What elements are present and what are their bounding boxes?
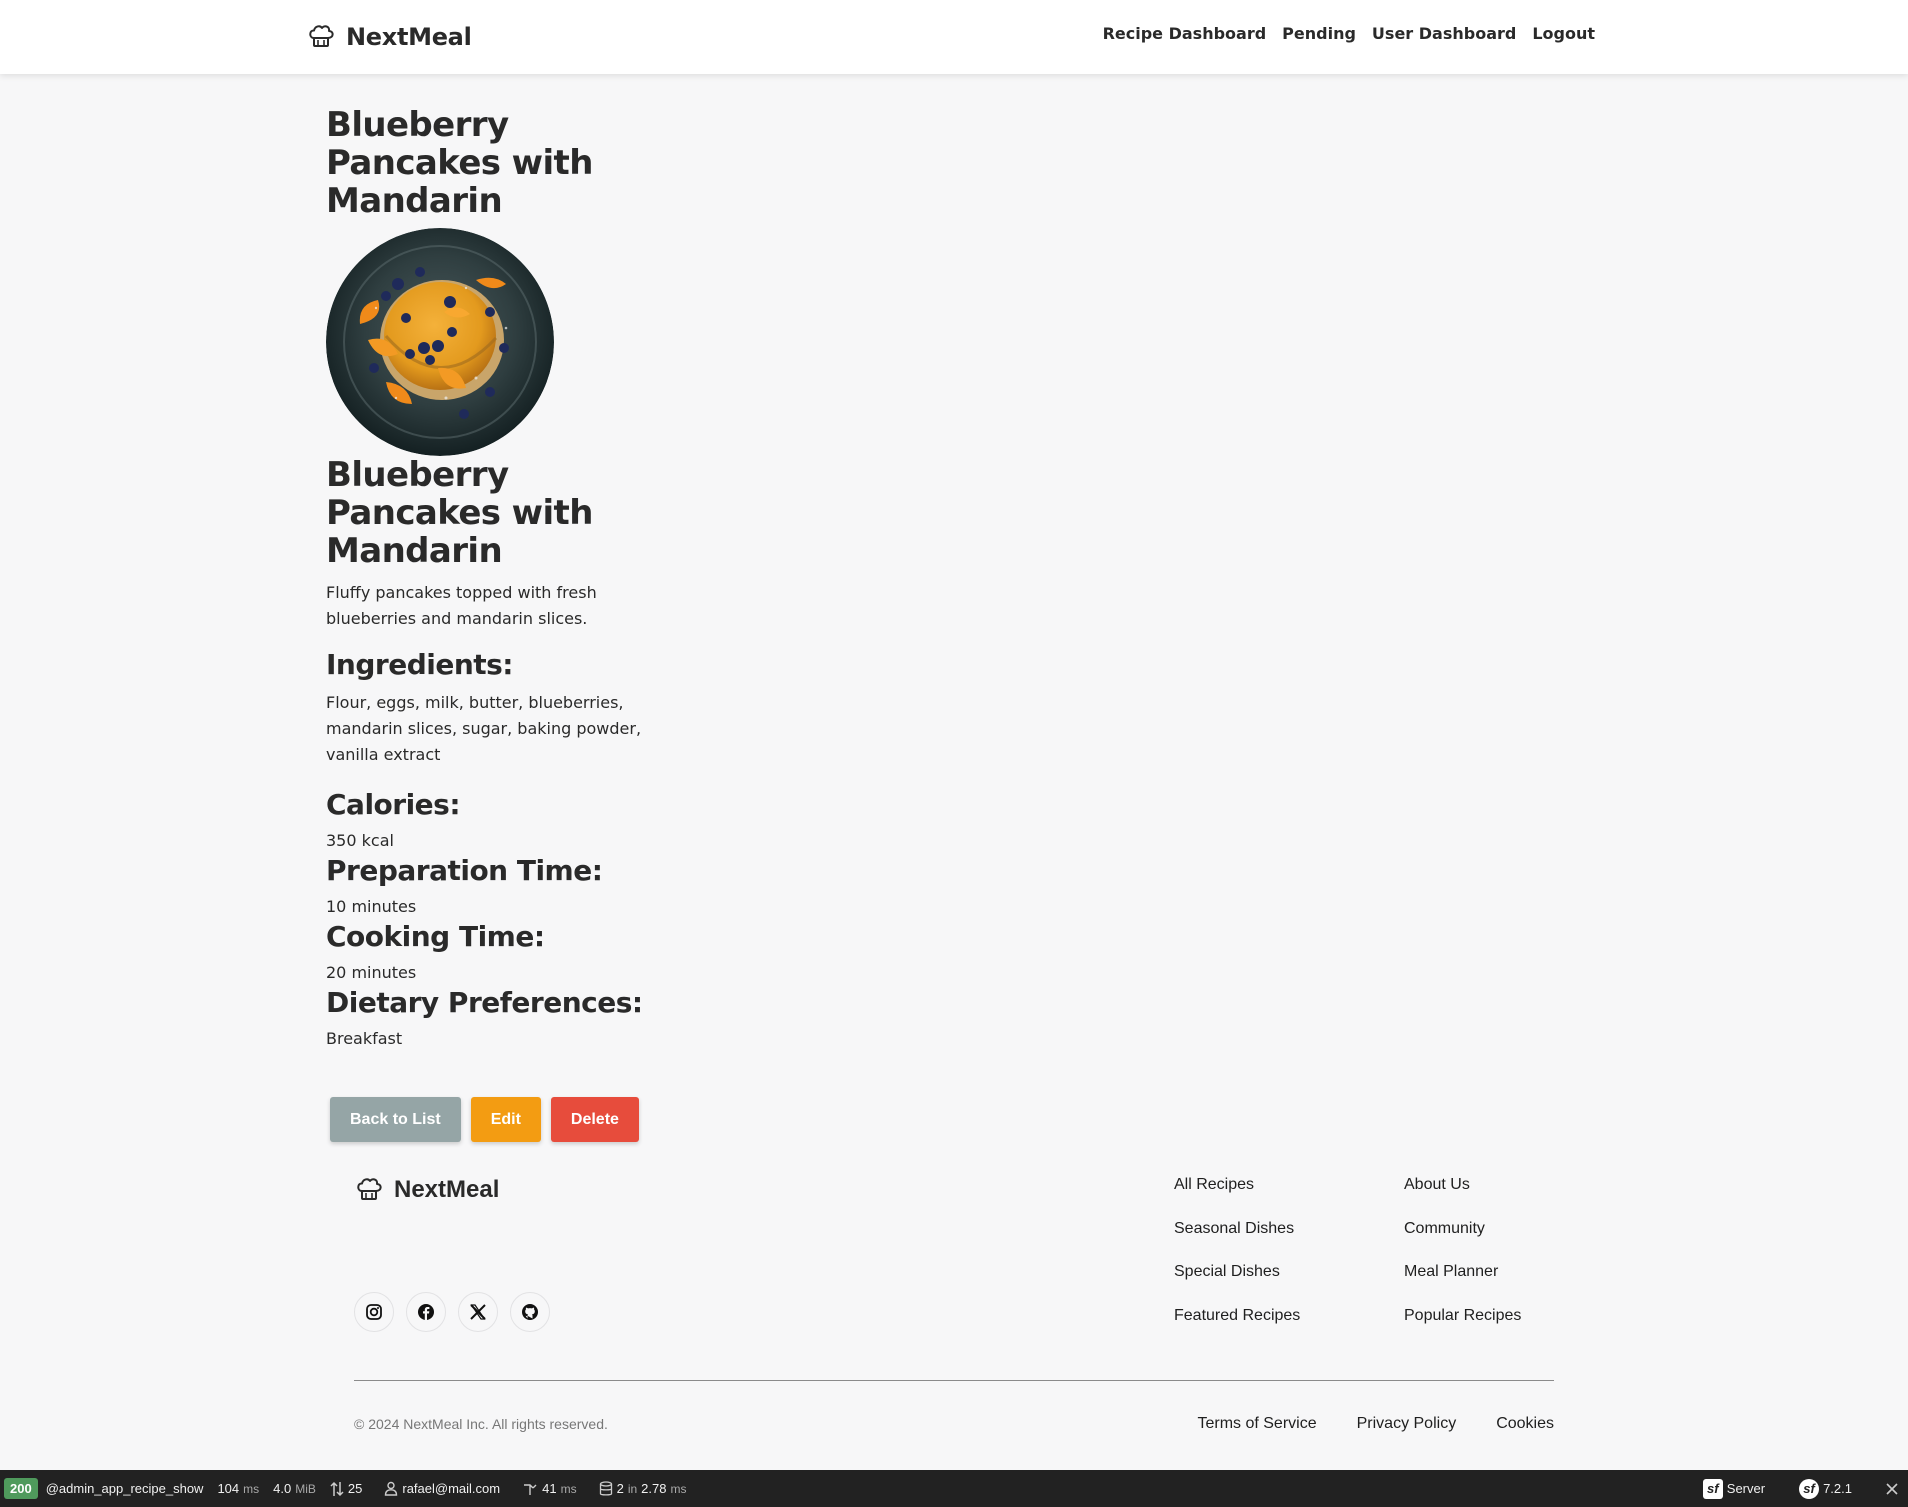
ingredients-value: Flour, eggs, milk, butter, blueberries, … [326,693,642,764]
prep-time-value: 10 minutes [326,897,417,916]
edit-button[interactable]: Edit [470,1097,541,1142]
terms-link[interactable]: Terms of Service [1197,1415,1316,1433]
footer-link-about-us[interactable]: About Us [1404,1174,1521,1218]
footer-divider [354,1380,1554,1381]
close-toolbar-button[interactable] [1886,1482,1898,1495]
request-time[interactable]: 104 ms [217,1481,259,1496]
calories-heading: Calories: [326,788,461,821]
nav-recipe-dashboard[interactable]: Recipe Dashboard [1103,24,1267,43]
requests-count[interactable]: 25 [330,1481,362,1497]
symfony-icon: sf [1702,1478,1723,1499]
instagram-link[interactable] [354,1292,394,1332]
requests-value: 25 [347,1481,363,1496]
footer-link-all-recipes[interactable]: All Recipes [1174,1174,1300,1218]
route-name[interactable]: @admin_app_recipe_show [46,1481,204,1496]
server-info[interactable]: sf Server [1702,1478,1766,1499]
github-icon [522,1304,538,1320]
arrows-updown-icon [330,1481,344,1496]
chef-hat-icon [357,1178,382,1200]
request-time-value: 104 [217,1481,240,1496]
github-link[interactable] [510,1292,550,1332]
db-in-label: in [627,1481,638,1496]
main-nav: Recipe Dashboard Pending User Dashboard … [1103,24,1595,43]
instagram-icon [366,1304,382,1320]
performance[interactable]: 41 ms [522,1481,577,1496]
footer-link-special-dishes[interactable]: Special Dishes [1174,1261,1300,1305]
version-label: 7.2.1 [1823,1481,1852,1496]
current-user[interactable]: rafael@mail.com [384,1481,500,1496]
footer-link-popular-recipes[interactable]: Popular Recipes [1404,1305,1521,1349]
nav-logout[interactable]: Logout [1532,24,1595,43]
nav-pending[interactable]: Pending [1282,24,1356,43]
prep-time-heading: Preparation Time: [326,854,603,887]
facebook-icon [418,1304,434,1320]
recipe-detail: Blueberry Pancakes with Mandarin Blueber… [326,106,656,1052]
chef-hat-icon [309,25,334,47]
footer-links-col-1: All Recipes Seasonal Dishes Special Dish… [1174,1174,1300,1348]
cook-time-heading: Cooking Time: [326,920,545,953]
user-icon [385,1481,398,1496]
legal-links: Terms of Service Privacy Policy Cookies [1197,1415,1554,1433]
back-to-list-button[interactable]: Back to List [330,1097,461,1142]
action-buttons: Back to List Edit Delete [330,1097,639,1142]
social-links [354,1292,550,1332]
symfony-logo-icon: sf [1799,1478,1820,1499]
dietary-heading: Dietary Preferences: [326,986,643,1019]
debug-toolbar: 200 @admin_app_recipe_show 104 ms 4.0 Mi… [0,1470,1908,1507]
recipe-description: Fluffy pancakes topped with fresh bluebe… [326,583,597,628]
copyright: © 2024 NextMeal Inc. All rights reserved… [354,1416,608,1432]
db-count: 2 [616,1481,624,1496]
request-time-unit: ms [243,1481,260,1496]
brand-logo[interactable]: NextMeal [306,18,472,56]
x-icon [470,1304,486,1320]
x-link[interactable] [458,1292,498,1332]
top-navbar: NextMeal Recipe Dashboard Pending User D… [0,0,1908,74]
recipe-image [326,228,554,456]
footer-link-community[interactable]: Community [1404,1218,1521,1262]
performance-unit: ms [560,1481,577,1496]
db-time-unit: ms [670,1481,687,1496]
performance-value: 41 [542,1481,557,1496]
recipe-title: Blueberry Pancakes with Mandarin [326,455,593,571]
memory-unit: MiB [295,1481,316,1496]
footer-brand-name: NextMeal [394,1176,500,1203]
brand-name: NextMeal [346,23,472,51]
user-email: rafael@mail.com [402,1481,501,1496]
memory-usage[interactable]: 4.0 MiB [273,1481,316,1496]
toolbar-right: sf Server sf 7.2.1 [1689,1470,1898,1507]
page-title: Blueberry Pancakes with Mandarin [326,105,593,221]
status-badge[interactable]: 200 [4,1478,38,1499]
dietary-value: Breakfast [326,1029,403,1048]
footer-brand[interactable]: NextMeal [354,1175,499,1205]
nav-user-dashboard[interactable]: User Dashboard [1372,24,1516,43]
delete-button[interactable]: Delete [550,1097,639,1142]
cook-time-value: 20 minutes [326,963,417,982]
db-time: 2.78 [641,1481,667,1496]
symfony-version[interactable]: sf 7.2.1 [1799,1478,1852,1499]
privacy-link[interactable]: Privacy Policy [1357,1415,1457,1433]
ingredients-heading: Ingredients: [326,648,514,681]
database-icon [599,1480,612,1496]
footer-links-col-2: About Us Community Meal Planner Popular … [1404,1174,1521,1348]
footer-link-meal-planner[interactable]: Meal Planner [1404,1261,1521,1305]
footer-link-seasonal-dishes[interactable]: Seasonal Dishes [1174,1218,1300,1262]
server-label: Server [1726,1481,1766,1496]
database-queries[interactable]: 2 in 2.78 ms [599,1480,687,1497]
memory-value: 4.0 [273,1481,292,1496]
facebook-link[interactable] [406,1292,446,1332]
footer-link-featured-recipes[interactable]: Featured Recipes [1174,1305,1300,1349]
cookies-link[interactable]: Cookies [1496,1415,1554,1433]
branch-icon [524,1483,537,1495]
close-icon [1886,1482,1898,1495]
calories-value: 350 kcal [326,831,394,850]
